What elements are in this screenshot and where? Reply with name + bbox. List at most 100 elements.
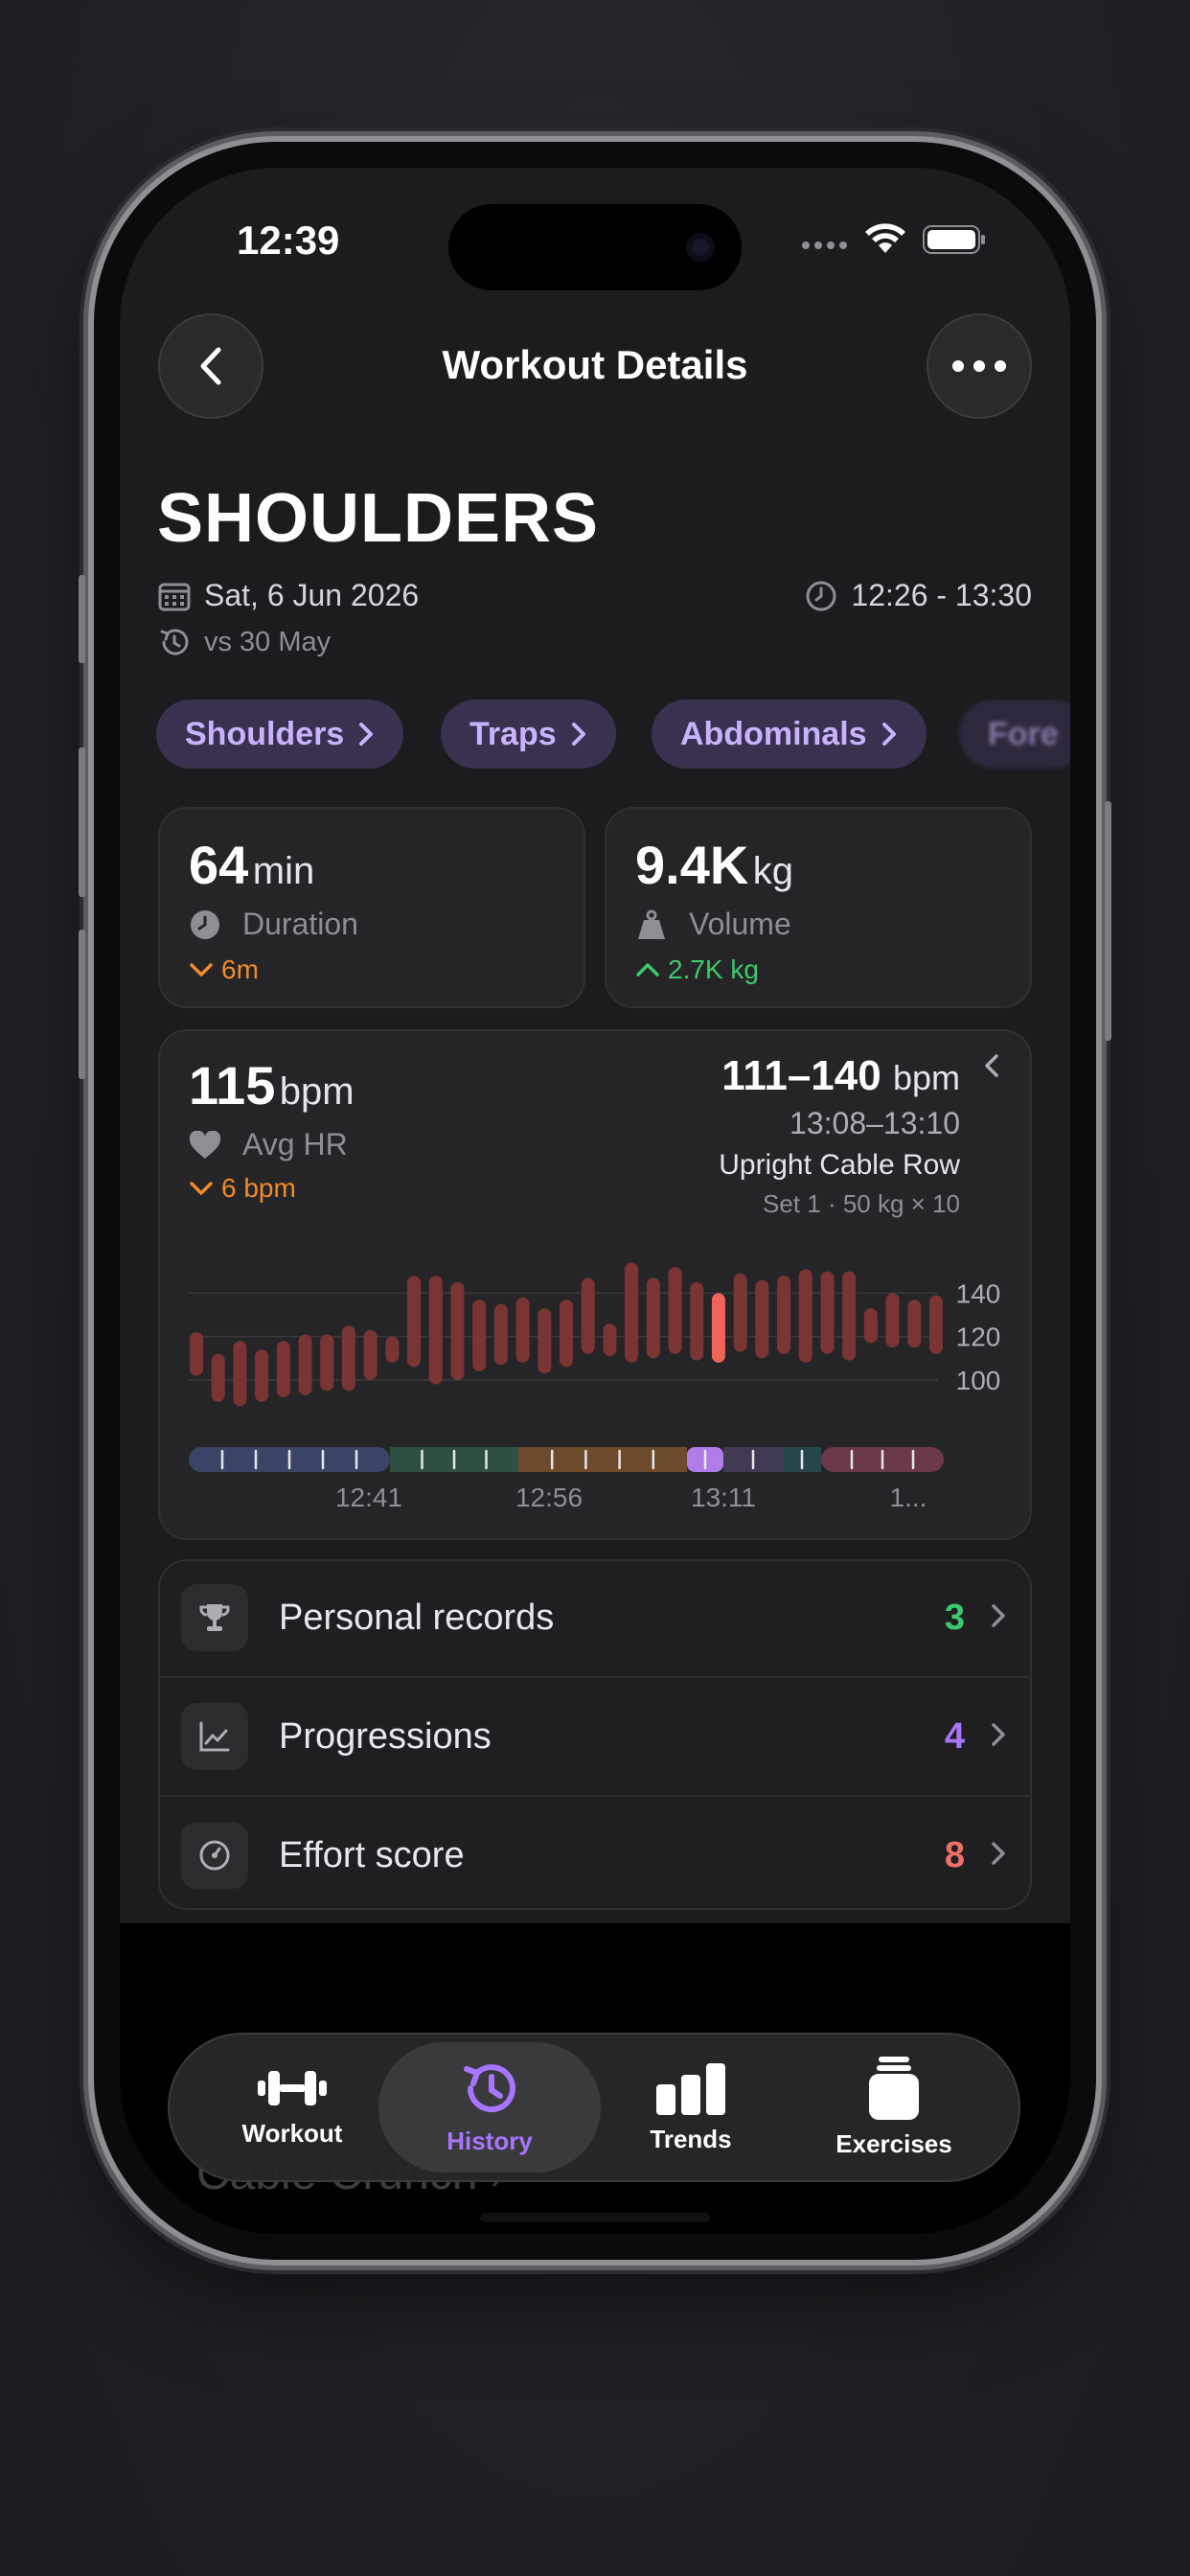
row-label: Progressions (279, 1715, 492, 1757)
hr-bar-selected[interactable] (711, 1293, 725, 1363)
hr-bar[interactable] (211, 1353, 225, 1402)
duration-value-row: 64 min (189, 834, 314, 896)
volume-label: Volume (689, 907, 791, 941)
summary-list: Personal records 3 Progressions 4 Effort sco… (158, 1559, 1032, 1910)
chevron-right-icon (881, 723, 896, 746)
row-count: 4 (944, 1715, 965, 1757)
tab-trends[interactable]: Trends (590, 2033, 791, 2182)
hr-bar[interactable] (733, 1273, 747, 1352)
chip-abdominals[interactable]: Abdominals (652, 700, 927, 769)
chevron-right-icon (359, 723, 374, 746)
x-tick-label: 12:41 (335, 1483, 402, 1512)
hr-bar[interactable] (929, 1295, 943, 1354)
date-text: Sat, 6 Jun 2026 (204, 578, 420, 612)
hr-bar[interactable] (907, 1300, 922, 1347)
clock-filled-icon (191, 909, 219, 939)
x-tick-label: 1... (890, 1483, 927, 1512)
jar-icon (869, 2056, 919, 2120)
compare-link[interactable]: vs 30 May (158, 626, 331, 658)
signal-dots-icon (801, 239, 849, 250)
hr-bar[interactable] (428, 1276, 443, 1385)
volume-unit: kg (752, 850, 793, 892)
chevron-right-icon (990, 1601, 1007, 1635)
hr-bar[interactable] (385, 1336, 400, 1363)
x-tick-label: 13:11 (691, 1483, 756, 1512)
home-indicator (480, 2213, 710, 2222)
hr-bar[interactable] (581, 1277, 595, 1354)
hr-bar[interactable] (472, 1300, 487, 1371)
more-button[interactable] (927, 313, 1032, 419)
history-icon (464, 2063, 515, 2112)
volume-up-button (79, 748, 85, 897)
hr-bar[interactable] (320, 1334, 334, 1392)
duration-label: Duration (242, 907, 358, 941)
hr-bar[interactable] (255, 1349, 269, 1402)
chip-shoulders[interactable]: Shoulders (156, 700, 404, 769)
volume-down-button (79, 930, 85, 1079)
gauge-icon (181, 1822, 248, 1889)
row-progressions[interactable]: Progressions 4 (158, 1676, 1032, 1795)
hr-bar[interactable] (190, 1332, 203, 1376)
tab-history[interactable]: History (389, 2033, 590, 2182)
hr-bar[interactable] (625, 1262, 639, 1363)
trophy-icon (181, 1584, 248, 1651)
dynamic-island (448, 204, 742, 290)
heart-rate-chart[interactable]: 140 120 100 12:41 12:56 13:11 1... (158, 1029, 1032, 1540)
duration-card[interactable]: 64 min Duration 6m (158, 807, 585, 1008)
tab-exercises[interactable]: Exercises (793, 2033, 995, 2182)
duration-unit: min (252, 850, 315, 892)
hr-bar[interactable] (493, 1303, 508, 1366)
workout-date: Sat, 6 Jun 2026 (158, 578, 419, 613)
row-effort-score[interactable]: Effort score 8 (158, 1795, 1032, 1914)
hr-bar[interactable] (885, 1293, 900, 1347)
hr-bar[interactable] (276, 1341, 290, 1398)
hr-bar[interactable] (407, 1276, 422, 1368)
hr-bar[interactable] (798, 1269, 812, 1363)
dumbbell-icon (258, 2070, 327, 2105)
hr-bar[interactable] (560, 1300, 573, 1368)
row-personal-records[interactable]: Personal records 3 (158, 1559, 1032, 1676)
row-count: 3 (944, 1597, 965, 1638)
tab-label: History (446, 2126, 533, 2155)
timeline-segment[interactable] (518, 1447, 687, 1472)
hr-bar[interactable] (298, 1334, 312, 1395)
ellipsis-icon (952, 360, 1006, 372)
hr-bar[interactable] (233, 1341, 247, 1407)
hr-bar[interactable] (755, 1279, 769, 1359)
volume-value: 9.4K (635, 835, 749, 895)
screen: 12:39 Workout Details SHOULDERS Sat, 6 J… (120, 168, 1070, 2234)
volume-delta-text: 2.7K kg (668, 954, 759, 984)
hr-bar[interactable] (538, 1308, 552, 1374)
volume-card[interactable]: 9.4K kg Volume 2.7K kg (605, 807, 1032, 1008)
hr-bar[interactable] (450, 1282, 465, 1380)
wifi-icon (864, 222, 906, 260)
hr-bar[interactable] (668, 1267, 682, 1354)
hr-bar[interactable] (842, 1271, 857, 1361)
chip-forearms[interactable]: Fore (959, 700, 1070, 769)
hr-bar[interactable] (341, 1325, 355, 1392)
chip-traps[interactable]: Traps (441, 700, 616, 769)
chip-label: Shoulders (185, 715, 345, 752)
camera-icon (686, 233, 715, 262)
hr-bar[interactable] (515, 1297, 530, 1363)
duration-delta: 6m (189, 954, 259, 985)
volume-delta: 2.7K kg (635, 954, 759, 985)
tab-workout[interactable]: Workout (192, 2033, 393, 2182)
y-tick-label: 120 (956, 1322, 1001, 1352)
hr-bar[interactable] (777, 1276, 791, 1354)
hr-bar[interactable] (603, 1323, 617, 1357)
hr-bar[interactable] (863, 1308, 878, 1344)
tab-label: Trends (650, 2124, 732, 2153)
chevron-right-icon (990, 1720, 1007, 1754)
hr-bar[interactable] (820, 1271, 835, 1354)
chip-label: Abdominals (680, 715, 867, 752)
row-count: 8 (944, 1834, 965, 1875)
hr-bar[interactable] (646, 1277, 660, 1359)
hr-bar[interactable] (363, 1329, 378, 1380)
heart-rate-card[interactable]: 115 bpm Avg HR 6 bpm 111–140 bpm 13:08–1… (158, 1029, 1032, 1540)
weight-icon (638, 909, 665, 939)
chip-label: Fore (988, 715, 1059, 752)
hr-bar[interactable] (690, 1282, 704, 1361)
time-range-text: 12:26 - 13:30 (851, 578, 1032, 612)
chevron-up-icon (636, 963, 659, 977)
